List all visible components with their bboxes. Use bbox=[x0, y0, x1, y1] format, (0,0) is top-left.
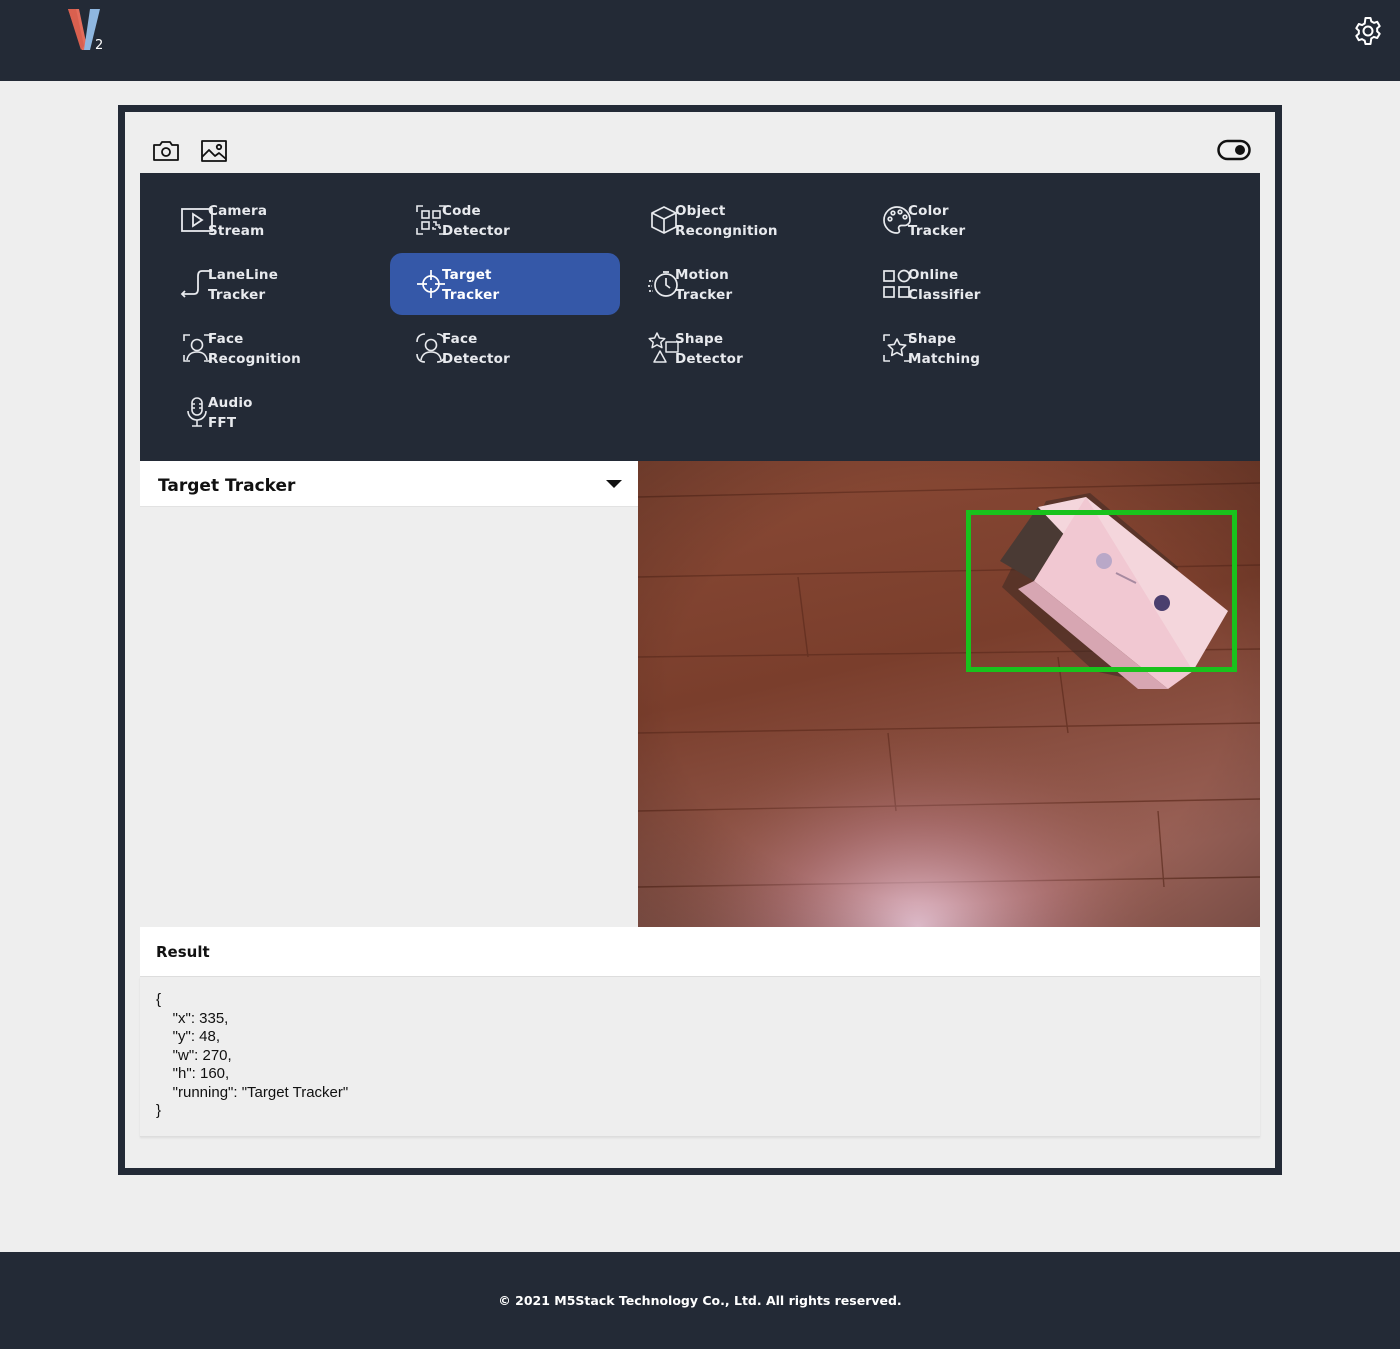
camera-preview bbox=[638, 461, 1260, 927]
function-select[interactable]: Target Tracker bbox=[140, 461, 638, 507]
logo-icon bbox=[68, 9, 100, 50]
result-line: } bbox=[156, 1102, 162, 1119]
menu-item-shape-matching[interactable]: Shape Matching bbox=[856, 317, 1086, 379]
menu-item-audio-fft[interactable]: Audio FFT bbox=[156, 381, 386, 443]
result-line: { bbox=[156, 991, 162, 1008]
menu-item-color-tracker[interactable]: Color Tracker bbox=[856, 189, 1086, 251]
result-line: "w": 270, bbox=[156, 1046, 232, 1064]
menu-item-motion-tracker[interactable]: Motion Tracker bbox=[623, 253, 853, 315]
result-line: "x": 335, bbox=[156, 1009, 229, 1027]
image-icon[interactable] bbox=[199, 136, 229, 166]
menu-item-target-tracker[interactable]: Target Tracker bbox=[390, 253, 620, 315]
result-header: Result bbox=[140, 927, 1260, 977]
chevron-down-icon[interactable] bbox=[606, 480, 622, 488]
logo-subscript: 2 bbox=[95, 38, 104, 53]
function-select-label: Target Tracker bbox=[158, 476, 296, 496]
result-output: { "x": 335, "y": 48, "w": 270, "h": 160,… bbox=[140, 977, 1260, 1137]
settings-panel: Target Tracker bbox=[140, 461, 638, 927]
menu-item-code-detector[interactable]: Code Detector bbox=[390, 189, 620, 251]
result-line: "running": "Target Tracker" bbox=[156, 1083, 349, 1101]
result-line: "h": 160, bbox=[156, 1065, 230, 1082]
copyright-text: © 2021 M5Stack Technology Co., Ltd. All … bbox=[498, 1293, 902, 1308]
footer: © 2021 M5Stack Technology Co., Ltd. All … bbox=[0, 1252, 1400, 1349]
camera-frame-image bbox=[638, 461, 1260, 927]
main-card: Camera Stream Code Detector Object Recongni… bbox=[118, 105, 1282, 1175]
result-line: "y": 48, bbox=[156, 1028, 221, 1045]
menu-item-laneline-tracker[interactable]: LaneLine Tracker bbox=[156, 253, 386, 315]
menu-item-face-detector[interactable]: Face Detector bbox=[390, 317, 620, 379]
toggle-switch-icon[interactable] bbox=[1217, 139, 1251, 161]
function-menu: Camera Stream Code Detector Object Recongni… bbox=[140, 173, 1260, 461]
menu-item-online-classifier[interactable]: Online Classifier bbox=[856, 253, 1086, 315]
top-navbar: 2 bbox=[0, 0, 1400, 81]
menu-item-face-recognition[interactable]: Face Recognition bbox=[156, 317, 386, 379]
menu-item-shape-detector[interactable]: Shape Detector bbox=[623, 317, 853, 379]
gear-icon[interactable] bbox=[1352, 15, 1384, 47]
result-title: Result bbox=[156, 943, 210, 961]
camera-icon[interactable] bbox=[151, 136, 181, 166]
result-json: { "x": 335, "y": 48, "w": 270, "h": 160,… bbox=[156, 991, 348, 1121]
menu-item-camera-stream[interactable]: Camera Stream bbox=[156, 189, 386, 251]
menu-item-object-recognition[interactable]: Object Recongnition bbox=[623, 189, 853, 251]
